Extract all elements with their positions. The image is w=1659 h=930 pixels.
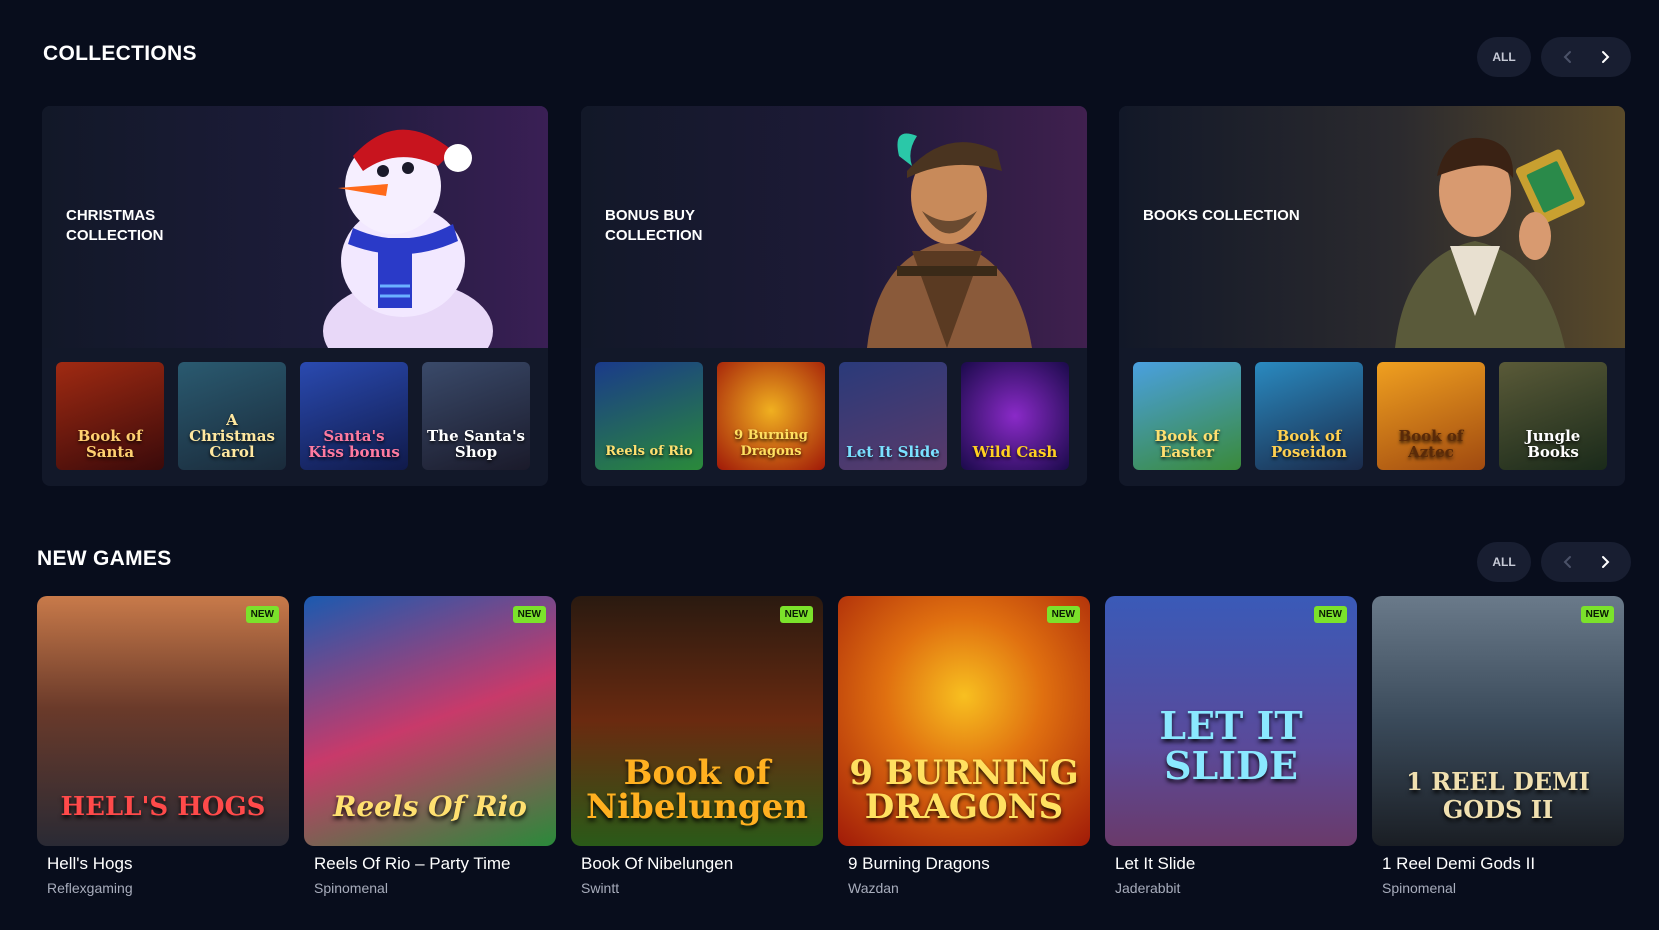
game-image[interactable]: NEW 9 BURNING DRAGONS bbox=[838, 596, 1090, 846]
collection-card-christmas[interactable]: CHRISTMAS COLLECTION Book of Santa A Chr… bbox=[42, 106, 548, 486]
game-thumb[interactable]: Book of Easter bbox=[1133, 362, 1241, 470]
game-name[interactable]: 9 Burning Dragons bbox=[838, 854, 1090, 874]
game-name[interactable]: Reels Of Rio – Party Time bbox=[304, 854, 556, 874]
collection-label: BOOKS COLLECTION bbox=[1143, 207, 1300, 224]
game-art-title: LET IT SLIDE bbox=[1159, 703, 1303, 788]
pirate-icon bbox=[867, 133, 1032, 348]
collection-thumbs: Book of Easter Book of Poseidon Book of … bbox=[1133, 362, 1607, 470]
collection-label: BONUS BUY COLLECTION bbox=[605, 207, 703, 244]
carousel-arrows bbox=[1541, 542, 1631, 582]
all-button[interactable]: ALL bbox=[1477, 37, 1531, 77]
section-title: NEW GAMES bbox=[37, 547, 172, 570]
game-art-title: Book of Nibelungen bbox=[586, 753, 808, 827]
game-thumb[interactable]: Santa's Kiss bonus bbox=[300, 362, 408, 470]
game-art-title: Reels Of Rio bbox=[333, 790, 527, 823]
game-art-title: HELL'S HOGS bbox=[60, 792, 266, 822]
game-name[interactable]: 1 Reel Demi Gods II bbox=[1372, 854, 1624, 874]
all-button[interactable]: ALL bbox=[1477, 542, 1531, 582]
game-image[interactable]: NEW 1 REEL DEMI GODS II bbox=[1372, 596, 1624, 846]
game-name[interactable]: Hell's Hogs bbox=[37, 854, 289, 874]
game-thumb[interactable]: 9 Burning Dragons bbox=[717, 362, 825, 470]
game-image[interactable]: NEW HELL'S HOGS bbox=[37, 596, 289, 846]
game-provider: Swintt bbox=[581, 880, 620, 896]
chevron-left-icon[interactable] bbox=[1553, 42, 1583, 72]
collection-hero: CHRISTMAS COLLECTION bbox=[42, 106, 548, 348]
game-name[interactable]: Book Of Nibelungen bbox=[571, 854, 823, 874]
new-badge: NEW bbox=[1046, 606, 1080, 623]
game-provider: Jaderabbit bbox=[1115, 880, 1181, 896]
game-image[interactable]: NEW Reels Of Rio bbox=[304, 596, 556, 846]
game-thumb[interactable]: The Santa's Shop bbox=[422, 362, 530, 470]
game-card[interactable]: NEW 9 BURNING DRAGONS 9 Burning Dragons … bbox=[838, 596, 1090, 896]
game-image[interactable]: NEW Book of Nibelungen bbox=[571, 596, 823, 846]
new-badge: NEW bbox=[1313, 606, 1347, 623]
new-badge: NEW bbox=[245, 606, 279, 623]
collection-hero: BOOKS COLLECTION bbox=[1119, 106, 1625, 348]
collection-thumbs: Book of Santa A Christmas Carol Santa's … bbox=[56, 362, 530, 470]
collection-thumbs: Reels of Rio 9 Burning Dragons Let It Sl… bbox=[595, 362, 1069, 470]
game-provider: Spinomenal bbox=[314, 880, 388, 896]
game-card[interactable]: NEW LET IT SLIDE Let It Slide Jaderabbit bbox=[1105, 596, 1357, 896]
collection-label: CHRISTMAS COLLECTION bbox=[66, 207, 164, 244]
game-card[interactable]: NEW 1 REEL DEMI GODS II 1 Reel Demi Gods… bbox=[1372, 596, 1624, 896]
snowman-icon bbox=[323, 129, 493, 348]
game-provider: Wazdan bbox=[848, 880, 899, 896]
game-thumb[interactable]: Book of Aztec bbox=[1377, 362, 1485, 470]
game-art-title: 1 REEL DEMI GODS II bbox=[1406, 767, 1590, 824]
new-badge: NEW bbox=[1580, 606, 1614, 623]
game-card[interactable]: NEW HELL'S HOGS Hell's Hogs Reflexgaming bbox=[37, 596, 289, 896]
chevron-right-icon[interactable] bbox=[1590, 42, 1620, 72]
game-art-title: 9 BURNING DRAGONS bbox=[849, 753, 1079, 827]
game-card[interactable]: NEW Reels Of Rio Reels Of Rio – Party Ti… bbox=[304, 596, 556, 896]
game-image[interactable]: NEW LET IT SLIDE bbox=[1105, 596, 1357, 846]
game-thumb[interactable]: Wild Cash bbox=[961, 362, 1069, 470]
game-thumb[interactable]: Book of Santa bbox=[56, 362, 164, 470]
new-games-header: NEW GAMES ALL bbox=[0, 537, 1659, 587]
game-thumb[interactable]: A Christmas Carol bbox=[178, 362, 286, 470]
chevron-left-icon[interactable] bbox=[1553, 547, 1583, 577]
carousel-arrows bbox=[1541, 37, 1631, 77]
collection-card-bonus-buy[interactable]: BONUS BUY COLLECTION Reels of Rio 9 Burn… bbox=[581, 106, 1087, 486]
game-card[interactable]: NEW Book of Nibelungen Book Of Nibelunge… bbox=[571, 596, 823, 896]
game-thumb[interactable]: Reels of Rio bbox=[595, 362, 703, 470]
game-provider: Spinomenal bbox=[1382, 880, 1456, 896]
game-thumb[interactable]: Book of Poseidon bbox=[1255, 362, 1363, 470]
section-title: COLLECTIONS bbox=[43, 42, 197, 65]
collections-header: COLLECTIONS ALL bbox=[0, 30, 1659, 80]
explorer-icon bbox=[1395, 137, 1585, 348]
collection-hero: BONUS BUY COLLECTION bbox=[581, 106, 1087, 348]
game-provider: Reflexgaming bbox=[47, 880, 133, 896]
game-name[interactable]: Let It Slide bbox=[1105, 854, 1357, 874]
collection-card-books[interactable]: BOOKS COLLECTION Book of Easter Book of … bbox=[1119, 106, 1625, 486]
new-badge: NEW bbox=[512, 606, 546, 623]
game-thumb[interactable]: Let It Slide bbox=[839, 362, 947, 470]
new-badge: NEW bbox=[779, 606, 813, 623]
game-thumb[interactable]: Jungle Books bbox=[1499, 362, 1607, 470]
chevron-right-icon[interactable] bbox=[1590, 547, 1620, 577]
